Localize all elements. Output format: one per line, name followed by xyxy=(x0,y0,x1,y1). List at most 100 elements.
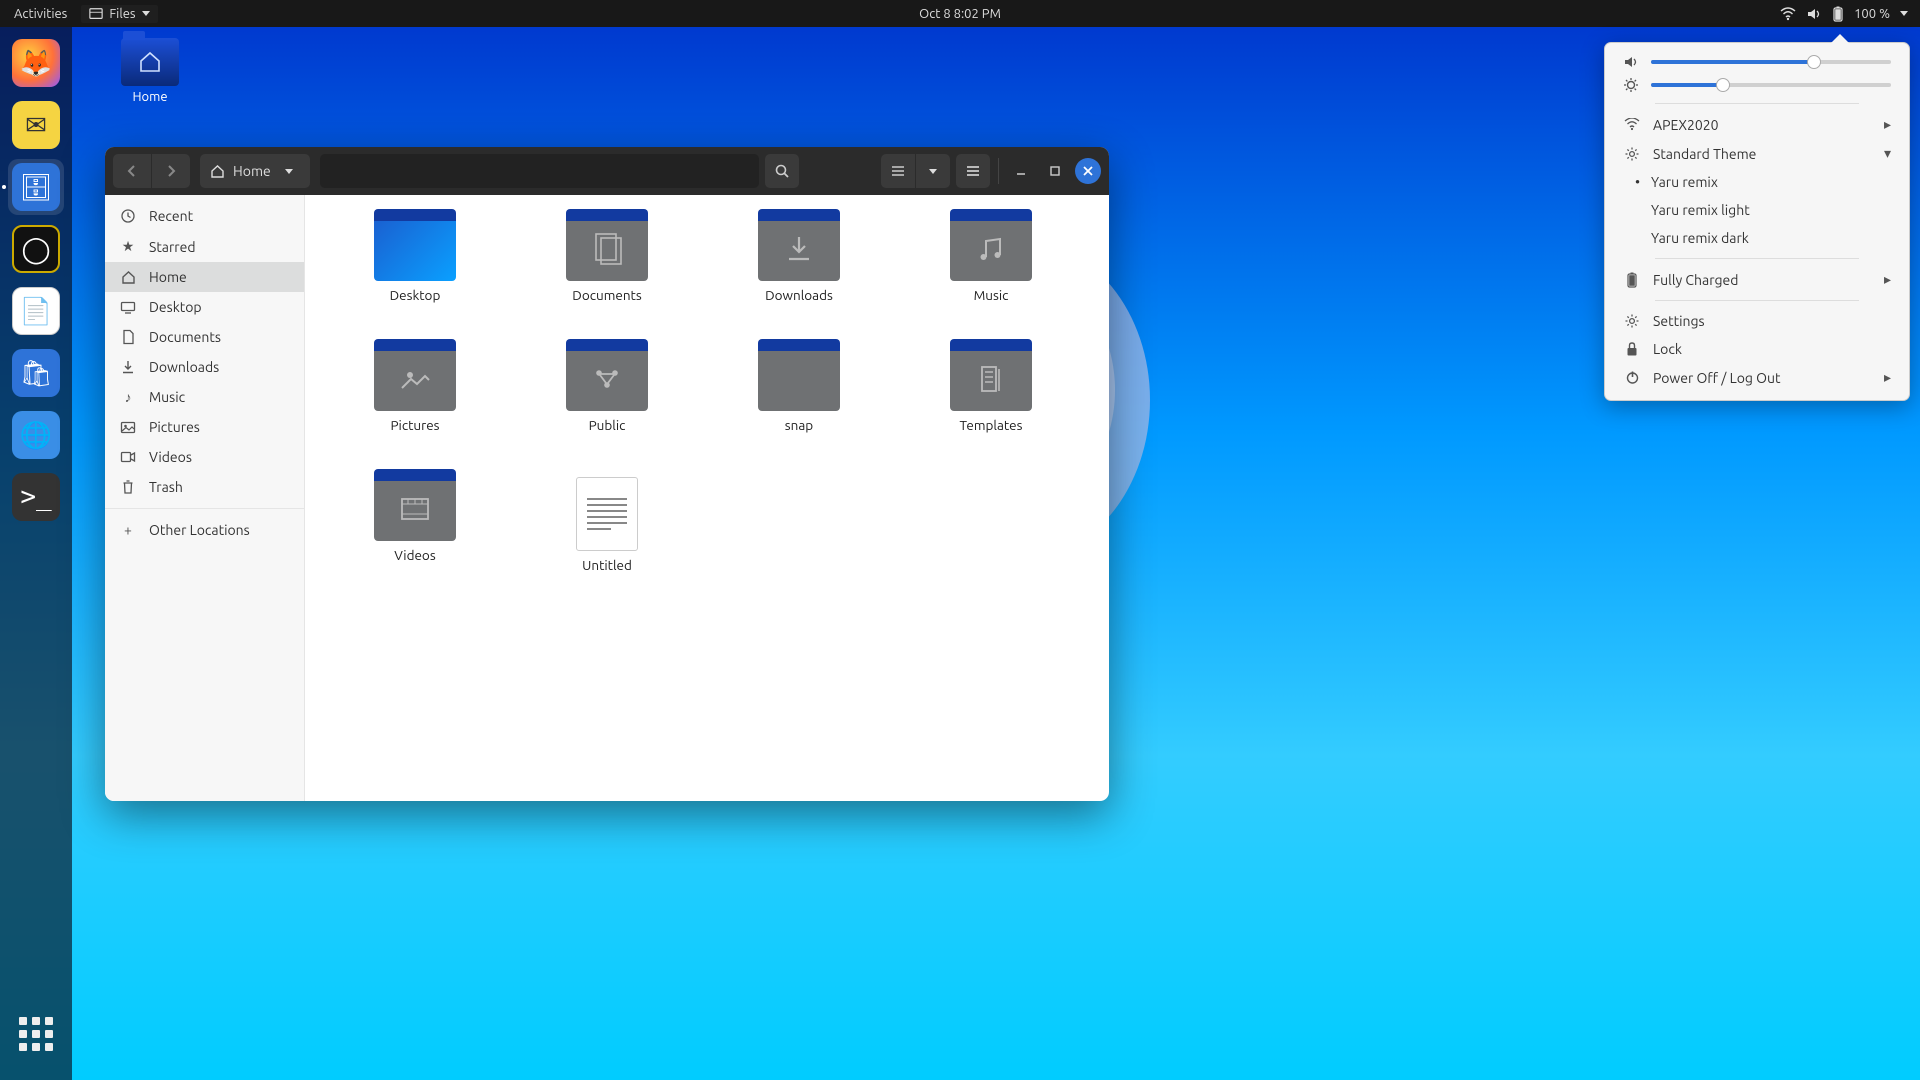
app-menu-label: Files xyxy=(109,7,135,21)
maximize-button[interactable] xyxy=(1041,154,1069,188)
search-button[interactable] xyxy=(765,154,799,188)
dock: 🦊 ✉ 🗄 ◯ 📄 🛍 🌐 >_ xyxy=(0,27,72,1080)
dock-rhythmbox[interactable]: ◯ xyxy=(8,221,64,277)
theme-menu-item[interactable]: Standard Theme ▾ xyxy=(1605,139,1909,168)
theme-option[interactable]: Yaru remix xyxy=(1605,168,1909,196)
file-item-downloads[interactable]: Downloads xyxy=(709,213,889,341)
clock[interactable]: Oct 8 8:02 PM xyxy=(919,7,1001,21)
sidebar-icon xyxy=(119,208,137,224)
file-item-music[interactable]: Music xyxy=(901,213,1081,341)
file-item-public[interactable]: Public xyxy=(517,343,697,471)
file-item-videos[interactable]: Videos xyxy=(325,473,505,601)
dock-terminal[interactable]: >_ xyxy=(8,469,64,525)
dock-writer[interactable]: 📄 xyxy=(8,283,64,339)
sidebar-label: Other Locations xyxy=(149,522,250,538)
volume-slider[interactable] xyxy=(1651,60,1891,64)
battery-status-label: Fully Charged xyxy=(1653,272,1738,288)
files-app-icon xyxy=(89,7,103,21)
volume-icon[interactable] xyxy=(1806,7,1822,21)
wifi-menu-item[interactable]: APEX2020 ▸ xyxy=(1605,110,1909,139)
sidebar-label: Trash xyxy=(149,479,183,495)
file-label: Desktop xyxy=(390,287,441,303)
sidebar-item-home[interactable]: Home xyxy=(105,262,304,292)
sidebar-icon: ★ xyxy=(119,238,137,255)
theme-label: Standard Theme xyxy=(1653,146,1756,162)
file-label: snap xyxy=(785,417,813,433)
folder-icon xyxy=(950,217,1032,281)
folder-icon xyxy=(566,347,648,411)
theme-option[interactable]: Yaru remix dark xyxy=(1605,224,1909,252)
desktop-home-icon[interactable]: Home xyxy=(110,38,190,104)
chevron-down-icon: ▾ xyxy=(1884,145,1891,162)
sidebar-item-music[interactable]: ♪Music xyxy=(105,382,304,412)
battery-menu-item[interactable]: Fully Charged ▸ xyxy=(1605,265,1909,294)
sidebar-item-downloads[interactable]: Downloads xyxy=(105,352,304,382)
lock-label: Lock xyxy=(1653,341,1682,357)
hamburger-menu-button[interactable] xyxy=(956,154,990,188)
file-item-snap[interactable]: snap xyxy=(709,343,889,471)
sidebar-label: Recent xyxy=(149,208,193,224)
file-item-desktop[interactable]: Desktop xyxy=(325,213,505,341)
activities-button[interactable]: Activities xyxy=(14,7,67,21)
nav-back-button[interactable] xyxy=(113,154,151,188)
sidebar-item-desktop[interactable]: Desktop xyxy=(105,292,304,322)
file-label: Public xyxy=(589,417,626,433)
gear-icon xyxy=(1623,146,1641,162)
path-bar[interactable]: Home xyxy=(200,154,310,188)
dock-firefox[interactable]: 🦊 xyxy=(8,35,64,91)
sidebar-item-recent[interactable]: Recent xyxy=(105,201,304,231)
close-button[interactable] xyxy=(1075,158,1101,184)
desktop-icon-label: Home xyxy=(110,90,190,104)
sidebar-item-documents[interactable]: Documents xyxy=(105,322,304,352)
view-list-button[interactable] xyxy=(881,154,915,188)
view-dropdown-button[interactable] xyxy=(916,154,950,188)
app-menu-button[interactable]: Files xyxy=(81,5,157,23)
sidebar-item-pictures[interactable]: Pictures xyxy=(105,412,304,442)
brightness-icon xyxy=(1623,77,1639,93)
sidebar-icon xyxy=(119,301,137,314)
sidebar-icon xyxy=(119,421,137,434)
path-label: Home xyxy=(233,163,271,179)
system-menu: APEX2020 ▸ Standard Theme ▾ Yaru remixYa… xyxy=(1604,42,1910,401)
file-item-pictures[interactable]: Pictures xyxy=(325,343,505,471)
show-applications-button[interactable] xyxy=(8,1006,64,1062)
sidebar-label: Videos xyxy=(149,449,192,465)
brightness-slider[interactable] xyxy=(1651,83,1891,87)
files-area: Desktop DocumentsDownloadsMusic Pictures Pu… xyxy=(305,195,1109,801)
file-manager-header: Home xyxy=(105,147,1109,195)
sidebar-icon xyxy=(119,329,137,345)
settings-menu-item[interactable]: Settings xyxy=(1605,307,1909,335)
nav-forward-button[interactable] xyxy=(152,154,190,188)
settings-label: Settings xyxy=(1653,313,1705,329)
text-file-icon xyxy=(576,477,638,551)
sidebar-item-videos[interactable]: Videos xyxy=(105,442,304,472)
sidebar: Recent ★StarredHomeDesktopDocumentsDownlo… xyxy=(105,195,305,801)
dock-files[interactable]: 🗄 xyxy=(8,159,64,215)
file-item-documents[interactable]: Documents xyxy=(517,213,697,341)
wifi-icon[interactable] xyxy=(1780,7,1796,21)
dock-web[interactable]: 🌐 xyxy=(8,407,64,463)
sidebar-icon xyxy=(119,359,137,375)
folder-icon xyxy=(950,347,1032,411)
dock-mail[interactable]: ✉ xyxy=(8,97,64,153)
chevron-down-icon[interactable] xyxy=(1900,11,1908,16)
dock-software[interactable]: 🛍 xyxy=(8,345,64,401)
file-item-templates[interactable]: Templates xyxy=(901,343,1081,471)
sidebar-icon xyxy=(119,270,137,284)
lock-menu-item[interactable]: Lock xyxy=(1605,335,1909,363)
chevron-down-icon xyxy=(285,169,293,174)
sidebar-item-trash[interactable]: Trash xyxy=(105,472,304,502)
sidebar-item-other-locations[interactable]: + Other Locations xyxy=(105,515,304,545)
minimize-button[interactable] xyxy=(1007,154,1035,188)
apps-grid-icon xyxy=(19,1017,53,1051)
volume-slider-row xyxy=(1605,51,1909,73)
sidebar-icon xyxy=(119,451,137,463)
sidebar-icon: + xyxy=(119,522,137,538)
battery-icon[interactable] xyxy=(1832,6,1844,22)
power-menu-item[interactable]: Power Off / Log Out ▸ xyxy=(1605,363,1909,392)
sidebar-item-starred[interactable]: ★Starred xyxy=(105,231,304,262)
file-item-untitled[interactable]: Untitled xyxy=(517,473,697,601)
theme-option[interactable]: Yaru remix light xyxy=(1605,196,1909,224)
wifi-icon xyxy=(1623,118,1641,131)
file-label: Untitled xyxy=(582,557,632,573)
